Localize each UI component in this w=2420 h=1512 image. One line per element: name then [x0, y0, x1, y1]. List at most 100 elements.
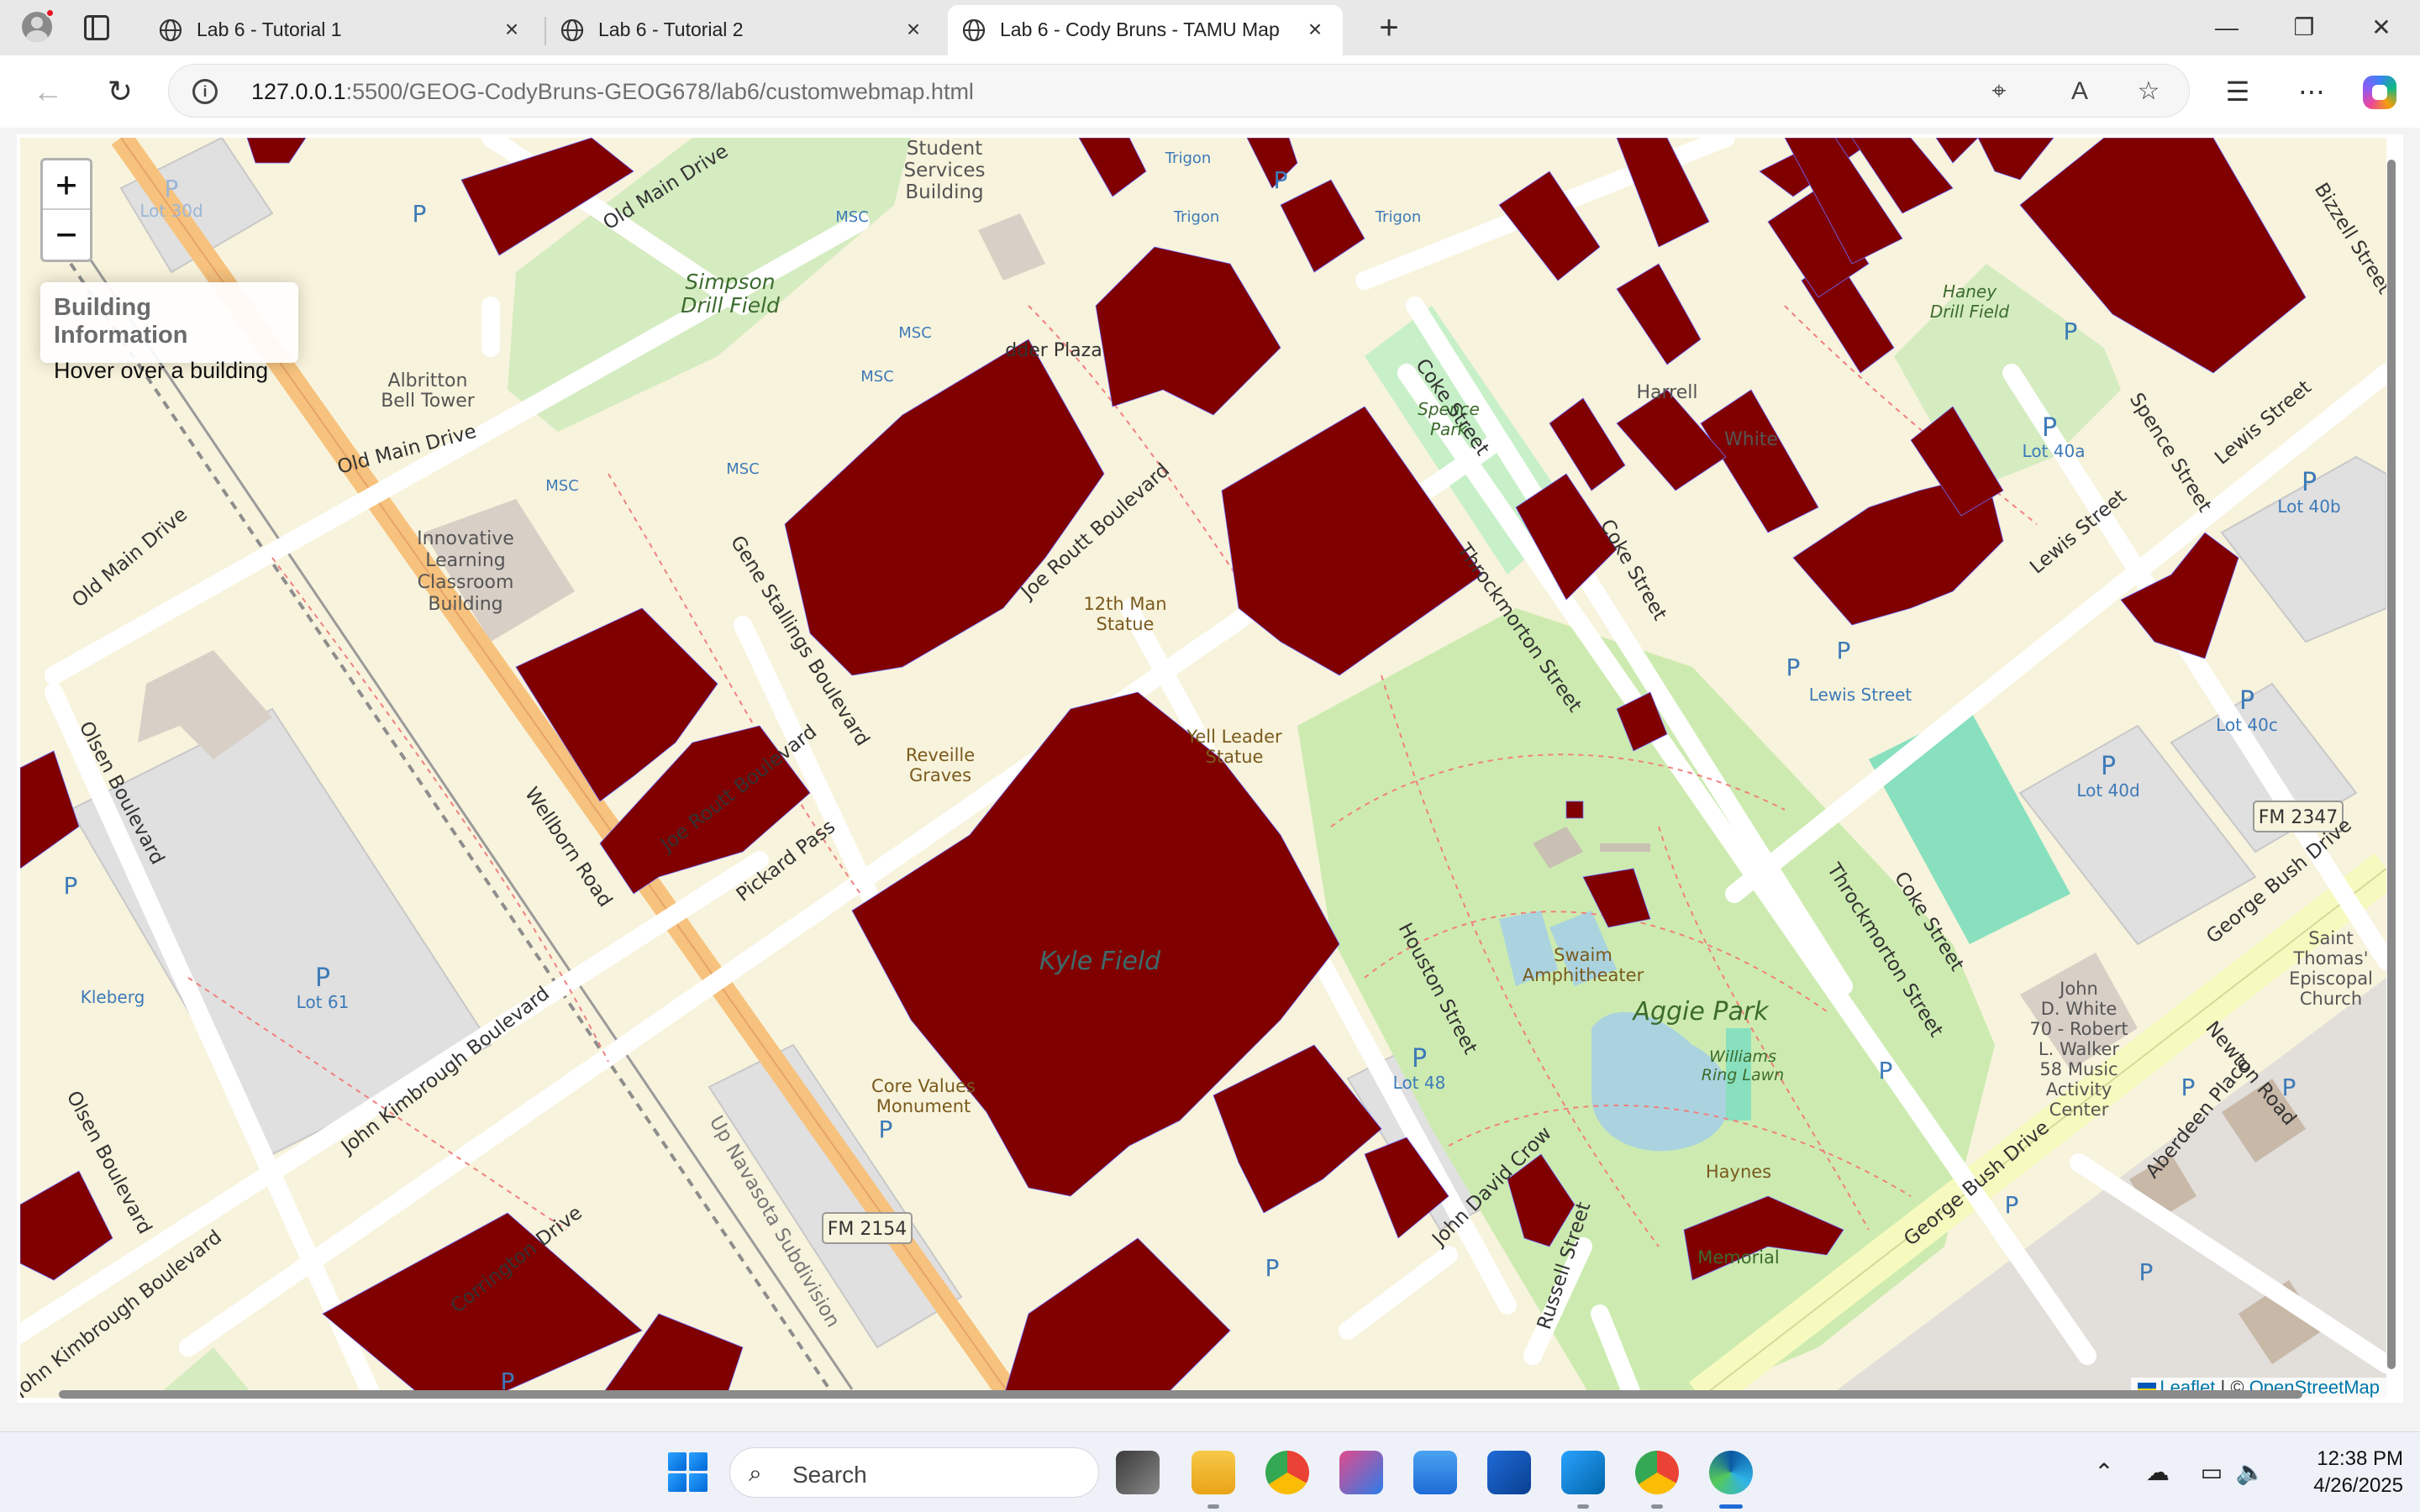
minimize-button[interactable]: — — [2202, 8, 2252, 47]
scrollbar-thumb[interactable] — [2387, 160, 2396, 1369]
volume-icon[interactable]: 🔈 — [2235, 1457, 2265, 1488]
tab-tamu-map[interactable]: Lab 6 - Cody Bruns - TAMU Map × — [948, 5, 1343, 55]
zoom-in-button[interactable]: + — [43, 160, 90, 210]
taskbar-search[interactable]: ⌕ Search — [729, 1447, 1099, 1498]
lot-40a-label: Lot 40a — [2023, 441, 2086, 461]
svg-text:P: P — [1265, 1254, 1280, 1282]
onedrive-icon[interactable]: ☁ — [2143, 1457, 2173, 1488]
svg-text:P: P — [165, 175, 179, 202]
svg-text:Building: Building — [428, 594, 502, 615]
svg-text:P: P — [1879, 1057, 1893, 1084]
clock-time: 12:38 PM — [2317, 1447, 2403, 1470]
chrome-icon[interactable] — [1265, 1451, 1309, 1494]
tab-title: Lab 6 - Tutorial 1 — [197, 18, 342, 40]
favorite-star-icon[interactable]: ☆ — [2132, 75, 2165, 108]
haynes-label: Haynes — [1706, 1162, 1771, 1182]
john-white-label: John — [2058, 979, 2098, 999]
tab-strip: Lab 6 - Tutorial 1 × Lab 6 - Tutorial 2 … — [0, 0, 2420, 55]
tab-tutorial-2[interactable]: Lab 6 - Tutorial 2 × — [546, 5, 941, 55]
chevron-up-icon[interactable]: ⌃ — [2089, 1457, 2119, 1488]
vertical-scrollbar[interactable] — [2385, 143, 2398, 1394]
building-polygon[interactable] — [1565, 801, 1584, 819]
new-tab-button[interactable]: + — [1370, 8, 1408, 47]
notification-dot — [45, 8, 55, 18]
svg-text:58 Music: 58 Music — [2039, 1059, 2118, 1079]
twelfth-man-label: 12th Man — [1083, 594, 1166, 614]
horizontal-scrollbar[interactable] — [25, 1388, 2378, 1401]
svg-text:Center: Center — [2049, 1100, 2109, 1120]
favorites-icon[interactable]: ☰ — [2218, 72, 2257, 111]
chrome-profile-icon[interactable] — [1635, 1451, 1679, 1509]
svg-text:Church: Church — [2300, 989, 2362, 1009]
edge-icon[interactable] — [1709, 1451, 1753, 1509]
tab-tutorial-1[interactable]: Lab 6 - Tutorial 1 × — [145, 5, 539, 55]
start-button[interactable] — [668, 1452, 708, 1493]
tab-title: Lab 6 - Tutorial 2 — [598, 18, 744, 40]
svg-text:P: P — [315, 963, 330, 993]
svg-text:FM 2347: FM 2347 — [2259, 807, 2338, 828]
haney-label: Haney — [1943, 281, 1997, 302]
snipping-tool-icon[interactable] — [1339, 1451, 1383, 1494]
svg-text:P: P — [2101, 752, 2116, 781]
white-label: White — [1724, 429, 1778, 450]
zoom-out-button[interactable]: − — [43, 210, 90, 260]
innovative-label: Innovative — [417, 528, 514, 549]
system-clock[interactable]: 12:38 PM 4/26/2025 — [2269, 1446, 2403, 1499]
svg-text:FM 2154: FM 2154 — [828, 1219, 908, 1240]
lot-40b-label: Lot 40b — [2277, 496, 2340, 517]
search-icon: ⌕ — [749, 1460, 762, 1486]
zoom-control: + − — [40, 158, 92, 262]
svg-text:P: P — [2181, 1074, 2196, 1101]
notepad-icon[interactable] — [1413, 1451, 1457, 1494]
svg-text:Bell Tower: Bell Tower — [381, 391, 476, 412]
close-tab-icon[interactable]: × — [899, 15, 928, 44]
scrollbar-thumb[interactable] — [59, 1390, 2302, 1399]
info-panel-hint: Hover over a building — [54, 358, 269, 383]
svg-text:P: P — [2042, 413, 2057, 443]
close-tab-icon[interactable]: × — [497, 15, 526, 44]
refresh-button[interactable]: ↻ — [99, 71, 141, 113]
lewis-street-stop-label: Lewis Street — [1809, 685, 1912, 705]
windows-taskbar: ⌕ Search ⌃ ☁ ▭ 🔈 12:38 PM 4/26/2025 — [0, 1431, 2420, 1512]
more-options-icon[interactable]: ⋯ — [2292, 72, 2331, 111]
svg-text:Classroom: Classroom — [418, 572, 514, 593]
svg-text:MSC: MSC — [726, 460, 760, 478]
address-bar[interactable]: i 127.0.0.1:5500/GEOG-CodyBruns-GEOG678/… — [168, 64, 2190, 118]
kleberg-label: Kleberg — [81, 987, 145, 1007]
ledder-plaza-label: dder Plaza — [1005, 340, 1102, 361]
svg-text:Learning: Learning — [425, 550, 506, 571]
svg-text:Services: Services — [904, 160, 986, 181]
memorial-label: Memorial — [1697, 1247, 1780, 1268]
yell-leader-label: Yell Leader — [1186, 727, 1282, 747]
site-info-icon[interactable]: i — [192, 79, 218, 104]
svg-text:Drill Field: Drill Field — [681, 293, 780, 318]
globe-icon — [560, 18, 584, 42]
vscode-icon[interactable] — [1561, 1451, 1605, 1509]
page-viewport: Simpson Drill Field Student Services Bui… — [17, 134, 2403, 1403]
svg-text:Drill Field: Drill Field — [1930, 302, 2010, 322]
file-explorer-icon[interactable] — [1192, 1451, 1235, 1509]
url-text[interactable]: 127.0.0.1:5500/GEOG-CodyBruns-GEOG678/la… — [251, 79, 974, 105]
svg-text:P: P — [2064, 318, 2078, 345]
svg-text:L. Walker: L. Walker — [2039, 1039, 2120, 1059]
task-view-icon[interactable] — [1116, 1451, 1160, 1494]
security-app-icon[interactable] — [1487, 1451, 1531, 1494]
back-button[interactable]: ← — [27, 71, 69, 113]
read-aloud-icon[interactable]: A — [2063, 75, 2096, 108]
location-icon[interactable]: ⌖ — [1982, 75, 2016, 108]
msc-label: MSC — [835, 208, 869, 226]
close-window-button[interactable]: ✕ — [2356, 8, 2407, 47]
restore-button[interactable]: ❐ — [2279, 8, 2329, 47]
svg-text:Thomas': Thomas' — [2292, 948, 2368, 969]
core-values-label: Core Values — [871, 1076, 976, 1096]
close-tab-icon[interactable]: × — [1301, 15, 1329, 44]
svg-text:Trigon: Trigon — [1375, 208, 1422, 226]
leaflet-map[interactable]: Simpson Drill Field Student Services Bui… — [20, 138, 2386, 1398]
tab-actions-icon[interactable] — [84, 15, 109, 40]
svg-text:Activity: Activity — [2046, 1079, 2112, 1100]
network-icon[interactable]: ▭ — [2196, 1457, 2227, 1488]
harrell-label: Harrell — [1636, 382, 1697, 403]
kyle-field-label: Kyle Field — [1039, 947, 1161, 976]
svg-text:P: P — [2239, 686, 2254, 716]
copilot-icon[interactable] — [2363, 76, 2396, 109]
